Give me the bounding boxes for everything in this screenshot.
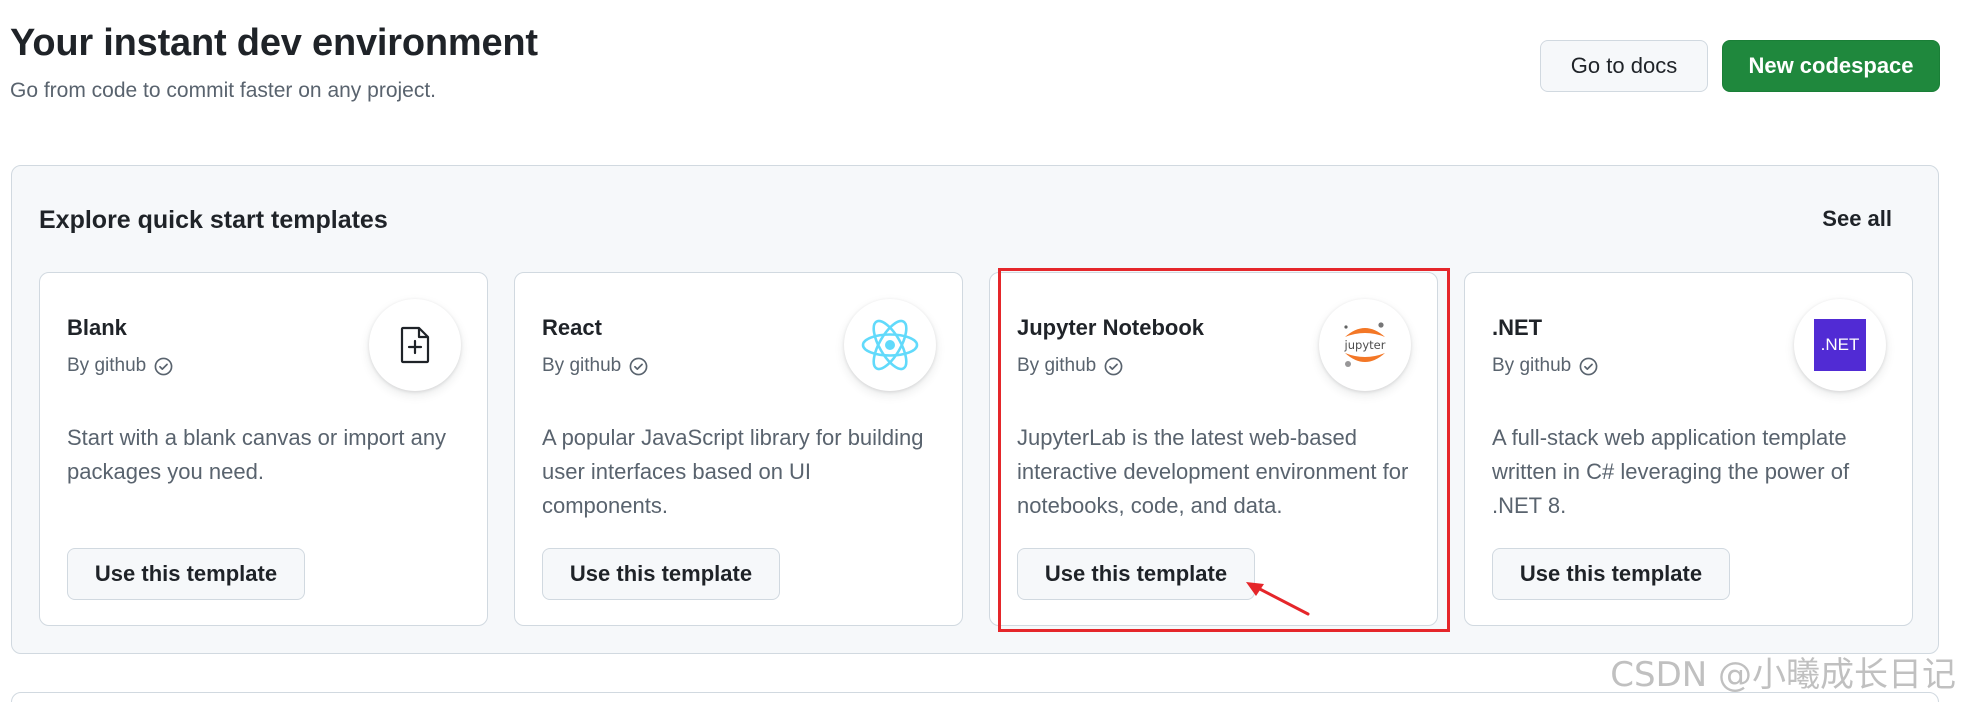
template-description: A popular JavaScript library for buildin… (542, 425, 924, 518)
file-plus-icon (369, 299, 461, 391)
jupyter-logo-icon: jupyter (1319, 299, 1411, 391)
react-logo-icon (844, 299, 936, 391)
jupyter-logo-text: jupyter (1344, 338, 1386, 352)
page-subtitle: Go from code to commit faster on any pro… (10, 79, 437, 102)
dotnet-logo-text: .NET (1814, 319, 1866, 371)
use-template-button[interactable]: Use this template (67, 548, 305, 600)
verified-icon (154, 357, 173, 375)
template-author: By github (1492, 355, 1598, 377)
codespaces-page: Your instant dev environment Go from cod… (0, 0, 1962, 702)
template-name: React (542, 315, 602, 340)
page-header: Your instant dev environment Go from cod… (10, 22, 538, 103)
watermark: CSDN @小曦成长日记 (1610, 655, 1956, 695)
template-description: JupyterLab is the latest web-based inter… (1017, 425, 1409, 518)
template-card-react: React By github A popular JavaScript lib… (514, 272, 963, 626)
quick-start-templates-panel: Explore quick start templates See all Bl… (11, 165, 1939, 654)
template-author: By github (67, 355, 173, 377)
annotation-arrow-icon (1246, 582, 1310, 616)
template-cards: Blank By github Start with a blank canva… (39, 272, 1913, 626)
see-all-link[interactable]: See all (1822, 206, 1892, 232)
template-name: Jupyter Notebook (1017, 315, 1205, 340)
template-author: By github (1017, 355, 1123, 377)
template-author-label: By github (542, 355, 622, 376)
use-template-button[interactable]: Use this template (1017, 548, 1255, 600)
template-card-dotnet: .NET By github .NET A full-stack web app… (1464, 272, 1913, 626)
header-actions: Go to docs New codespace (1540, 40, 1940, 92)
templates-title: Explore quick start templates (39, 206, 388, 234)
verified-icon (1104, 357, 1123, 375)
template-author-label: By github (1017, 355, 1097, 376)
template-name: .NET (1492, 315, 1543, 340)
go-to-docs-button[interactable]: Go to docs (1540, 40, 1708, 92)
use-template-button[interactable]: Use this template (1492, 548, 1730, 600)
template-author: By github (542, 355, 648, 377)
verified-icon (629, 357, 648, 375)
page-title: Your instant dev environment (10, 22, 538, 64)
verified-icon (1579, 357, 1598, 375)
new-codespace-button[interactable]: New codespace (1722, 40, 1940, 92)
template-name: Blank (67, 315, 127, 340)
template-description: A full-stack web application template wr… (1492, 425, 1850, 518)
template-description: Start with a blank canvas or import any … (67, 425, 447, 484)
dotnet-logo-icon: .NET (1794, 299, 1886, 391)
template-author-label: By github (67, 355, 147, 376)
use-template-button[interactable]: Use this template (542, 548, 780, 600)
template-author-label: By github (1492, 355, 1572, 376)
template-card-jupyter: Jupyter Notebook By github jupyter Jupyt… (989, 272, 1438, 626)
template-card-blank: Blank By github Start with a blank canva… (39, 272, 488, 626)
